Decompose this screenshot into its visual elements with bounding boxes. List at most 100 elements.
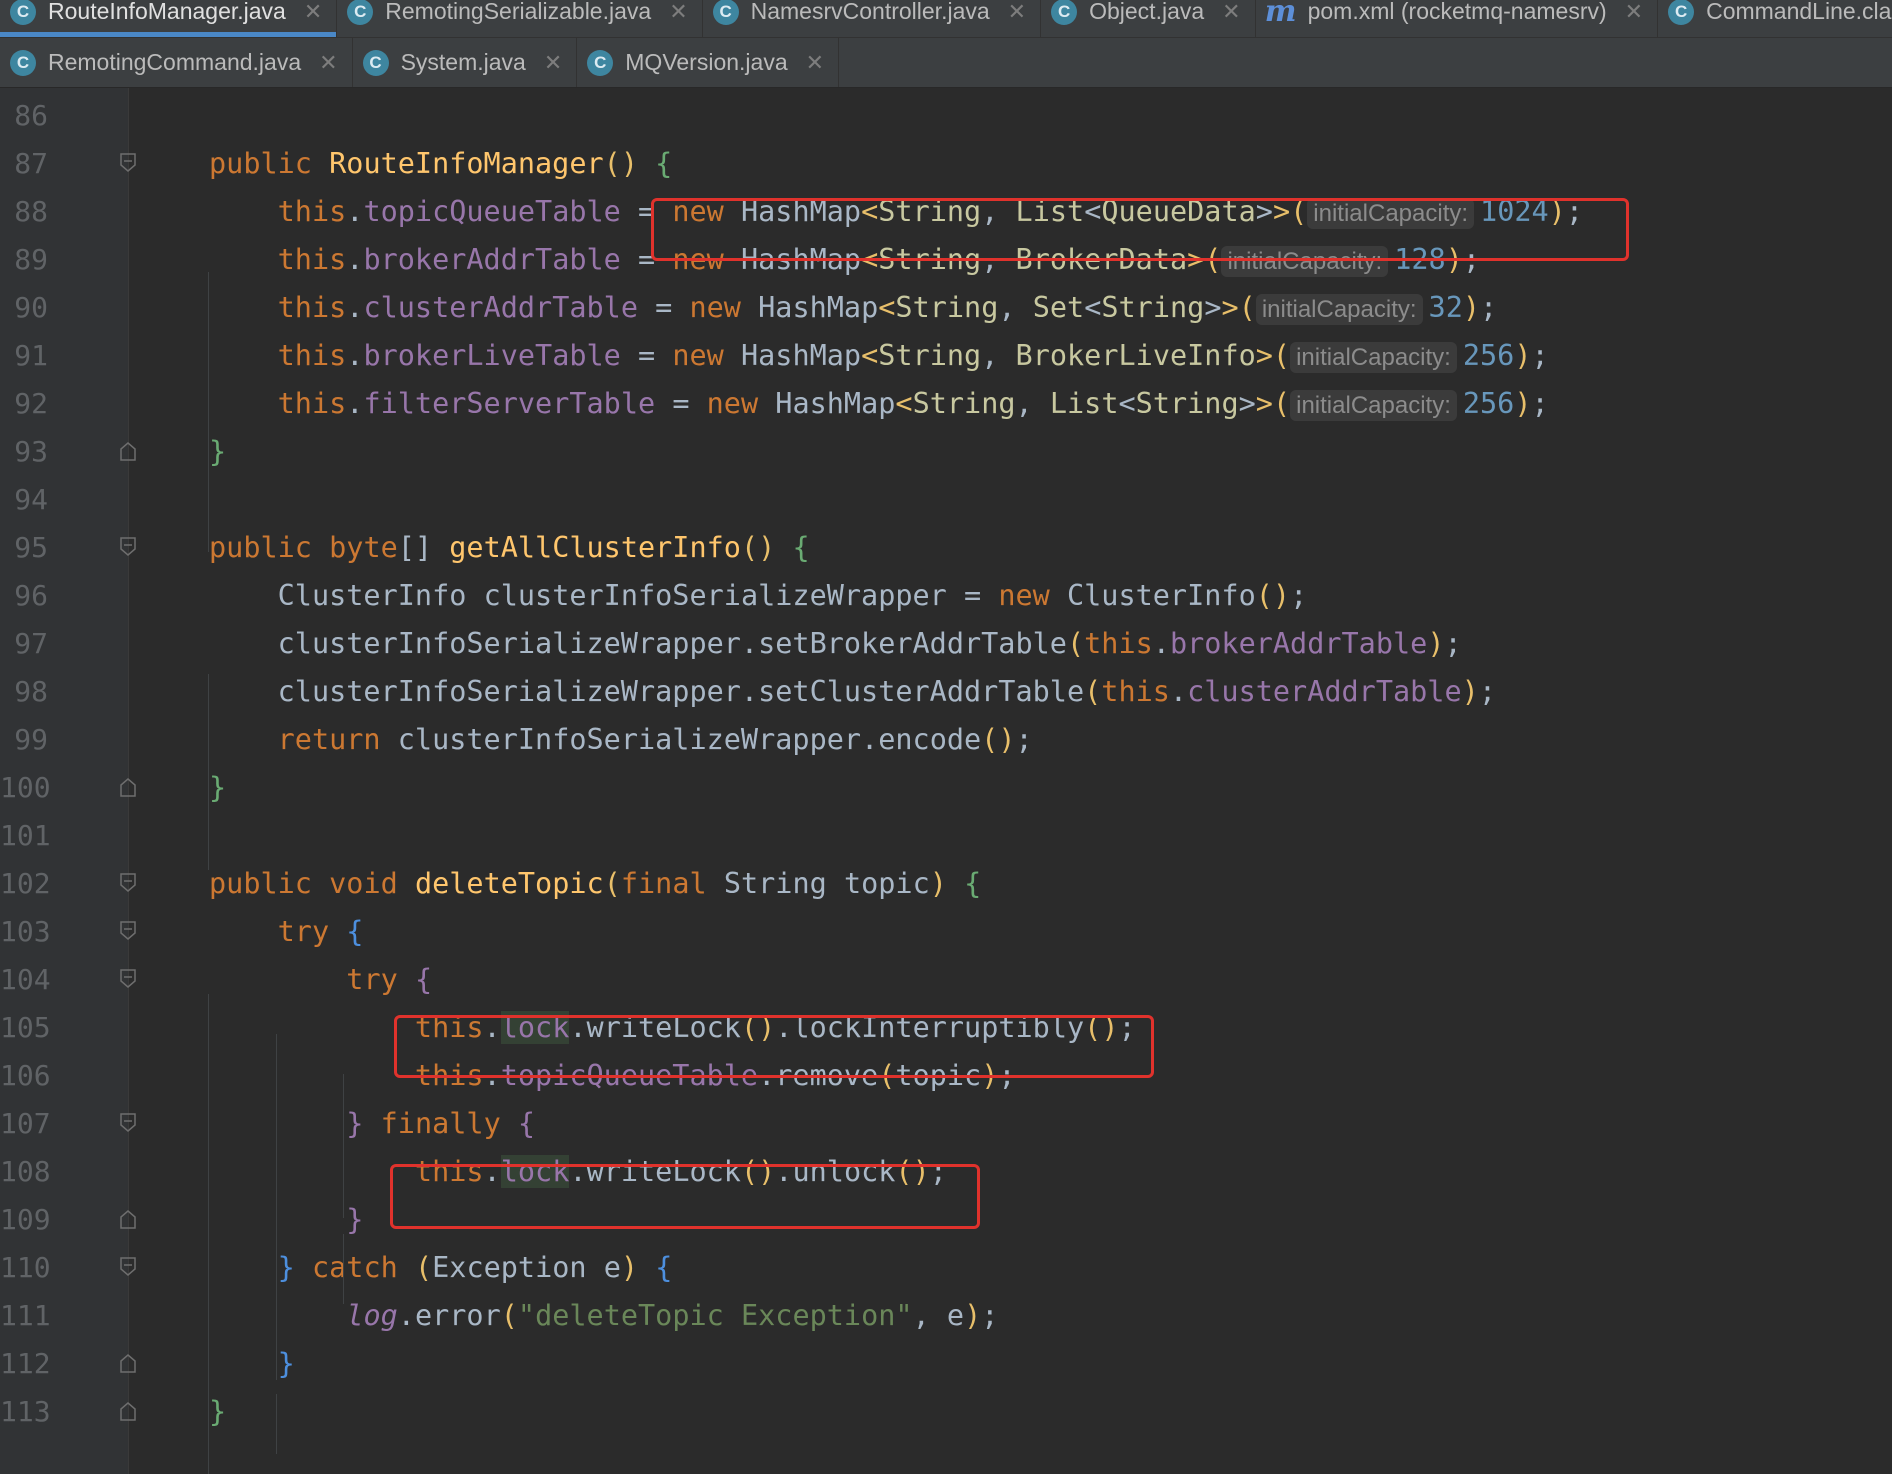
code-token: clusterAddrTable xyxy=(363,291,638,324)
code-token: getAllClusterInfo xyxy=(449,531,741,564)
close-icon[interactable]: ✕ xyxy=(1222,0,1240,25)
tab-remotingserializable-java[interactable]: C RemotingSerializable.java ✕ xyxy=(337,0,703,37)
code-line[interactable]: 112 } xyxy=(0,1340,1892,1388)
code-line[interactable]: 111 log.error("deleteTopic Exception", e… xyxy=(0,1292,1892,1340)
tab-commandline-class[interactable]: CCommandLine.class✕ xyxy=(1658,0,1892,37)
indent-guide xyxy=(208,994,209,1474)
code-token: public xyxy=(209,531,312,564)
code-text: this.topicQueueTable.remove(topic); xyxy=(414,1059,1016,1092)
tab-routeinfomanager-java[interactable]: C RouteInfoManager.java ✕ xyxy=(0,0,338,37)
line-number: 107 xyxy=(0,1107,51,1140)
code-token: BrokerLiveInfo xyxy=(1015,339,1256,372)
code-line[interactable]: 98 clusterInfoSerializeWrapper.setCluste… xyxy=(0,668,1892,716)
tab-namesrvcontroller-java[interactable]: C NamesrvController.java ✕ xyxy=(703,0,1042,37)
code-line[interactable]: 92 this.filterServerTable = new HashMap<… xyxy=(0,380,1892,428)
code-token: new xyxy=(672,195,724,228)
close-icon[interactable]: ✕ xyxy=(669,0,687,25)
code-token: this xyxy=(277,195,347,228)
code-text: return clusterInfoSerializeWrapper.encod… xyxy=(277,723,1033,756)
code-line[interactable]: 109 } xyxy=(0,1196,1892,1244)
code-line[interactable]: 101 xyxy=(0,812,1892,860)
code-line[interactable]: 105 this.lock.writeLock().lockInterrupti… xyxy=(0,1004,1892,1052)
code-line[interactable]: 107 } finally { xyxy=(0,1100,1892,1148)
fold-end-icon[interactable] xyxy=(120,1353,136,1373)
line-number: 111 xyxy=(0,1299,51,1332)
line-number: 108 xyxy=(0,1155,51,1188)
close-icon[interactable]: ✕ xyxy=(806,50,824,76)
code-token: brokerAddrTable xyxy=(1169,627,1428,660)
code-line[interactable]: 108 this.lock.writeLock().unlock(); xyxy=(0,1148,1892,1196)
code-line[interactable]: 94 xyxy=(0,476,1892,524)
line-number: 97 xyxy=(14,627,48,660)
code-line[interactable]: 89 this.brokerAddrTable = new HashMap<St… xyxy=(0,236,1892,284)
code-line[interactable]: 113} xyxy=(0,1388,1892,1436)
code-line[interactable]: 99 return clusterInfoSerializeWrapper.en… xyxy=(0,716,1892,764)
code-line[interactable]: 96 ClusterInfo clusterInfoSerializeWrapp… xyxy=(0,572,1892,620)
code-token: 128 xyxy=(1394,243,1446,276)
code-line[interactable]: 90 this.clusterAddrTable = new HashMap<S… xyxy=(0,284,1892,332)
fold-end-icon[interactable] xyxy=(120,777,136,797)
tab-label: RemotingCommand.java xyxy=(48,49,302,75)
fold-end-icon[interactable] xyxy=(120,1209,136,1229)
code-line[interactable]: 91 this.brokerLiveTable = new HashMap<St… xyxy=(0,332,1892,380)
tab-mqversion-java[interactable]: C MQVersion.java ✕ xyxy=(577,38,840,87)
code-token: String xyxy=(878,243,982,276)
fold-collapse-icon[interactable] xyxy=(120,537,136,557)
close-icon[interactable]: ✕ xyxy=(304,0,322,25)
fold-collapse-icon[interactable] xyxy=(120,873,136,893)
tab-system-java[interactable]: C System.java ✕ xyxy=(353,38,578,87)
code-token: public xyxy=(209,867,312,900)
code-line[interactable]: 102 public void deleteTopic(final String … xyxy=(0,860,1892,908)
code-token: writeLock xyxy=(586,1155,741,1188)
code-line[interactable]: 106 this.topicQueueTable.remove(topic); xyxy=(0,1052,1892,1100)
code-token: List xyxy=(1015,195,1085,228)
code-token: clusterAddrTable xyxy=(1187,675,1462,708)
code-line[interactable]: 97 clusterInfoSerializeWrapper.setBroker… xyxy=(0,620,1892,668)
code-line[interactable]: 110 } catch (Exception e) { xyxy=(0,1244,1892,1292)
code-token: ClusterInfo xyxy=(277,579,467,612)
close-icon[interactable]: ✕ xyxy=(1008,0,1026,25)
code-token: public xyxy=(209,147,312,180)
fold-collapse-icon[interactable] xyxy=(120,969,136,989)
tab-remotingcommand-java[interactable]: C RemotingCommand.java ✕ xyxy=(0,38,353,87)
code-token: clusterInfoSerializeWrapper xyxy=(277,675,741,708)
line-number: 93 xyxy=(14,435,48,468)
code-token: String xyxy=(1135,387,1239,420)
close-icon[interactable]: ✕ xyxy=(1625,0,1643,25)
fold-collapse-icon[interactable] xyxy=(120,1113,136,1133)
code-text: this.lock.writeLock().unlock(); xyxy=(414,1155,947,1188)
code-token: this xyxy=(414,1059,484,1092)
code-line[interactable]: 104 try { xyxy=(0,956,1892,1004)
close-icon[interactable]: ✕ xyxy=(544,50,562,76)
fold-collapse-icon[interactable] xyxy=(120,1257,136,1277)
code-token: void xyxy=(329,867,398,900)
tab-pom-xml-rocketmq-namesrv[interactable]: m pom.xml (rocketmq-namesrv) ✕ xyxy=(1256,0,1659,37)
fold-collapse-icon[interactable] xyxy=(120,153,136,173)
close-icon[interactable]: ✕ xyxy=(319,50,337,76)
code-line[interactable]: 100} xyxy=(0,764,1892,812)
fold-collapse-icon[interactable] xyxy=(120,921,136,941)
code-line[interactable]: 103 try { xyxy=(0,908,1892,956)
code-token: List xyxy=(1049,387,1119,420)
code-editor[interactable]: 86 87 public RouteInfoManager() {88 this.t… xyxy=(0,88,1892,1474)
code-text: clusterInfoSerializeWrapper.setClusterAd… xyxy=(277,675,1496,708)
code-line[interactable]: 95 public byte[] getAllClusterInfo() { xyxy=(0,524,1892,572)
code-line[interactable]: 93} xyxy=(0,428,1892,476)
code-line[interactable]: 88 this.topicQueueTable = new HashMap<St… xyxy=(0,188,1892,236)
code-text: this.brokerAddrTable = new HashMap<Strin… xyxy=(277,243,1481,277)
line-number: 96 xyxy=(14,579,48,612)
code-token: String xyxy=(1101,291,1205,324)
line-number: 99 xyxy=(14,723,48,756)
fold-end-icon[interactable] xyxy=(120,1401,136,1421)
code-line[interactable]: 86 xyxy=(0,92,1892,140)
code-text: } xyxy=(209,435,227,468)
code-line[interactable]: 87 public RouteInfoManager() { xyxy=(0,140,1892,188)
tab-label: System.java xyxy=(400,49,526,75)
tab-object-java[interactable]: C Object.java ✕ xyxy=(1041,0,1256,37)
code-token: try xyxy=(346,963,398,996)
tab-label: pom.xml (rocketmq-namesrv) xyxy=(1307,0,1607,24)
fold-end-icon[interactable] xyxy=(120,441,136,461)
code-token: deleteTopic xyxy=(414,867,604,900)
code-token: "deleteTopic Exception" xyxy=(517,1299,913,1332)
indent-guide xyxy=(276,1034,277,1380)
